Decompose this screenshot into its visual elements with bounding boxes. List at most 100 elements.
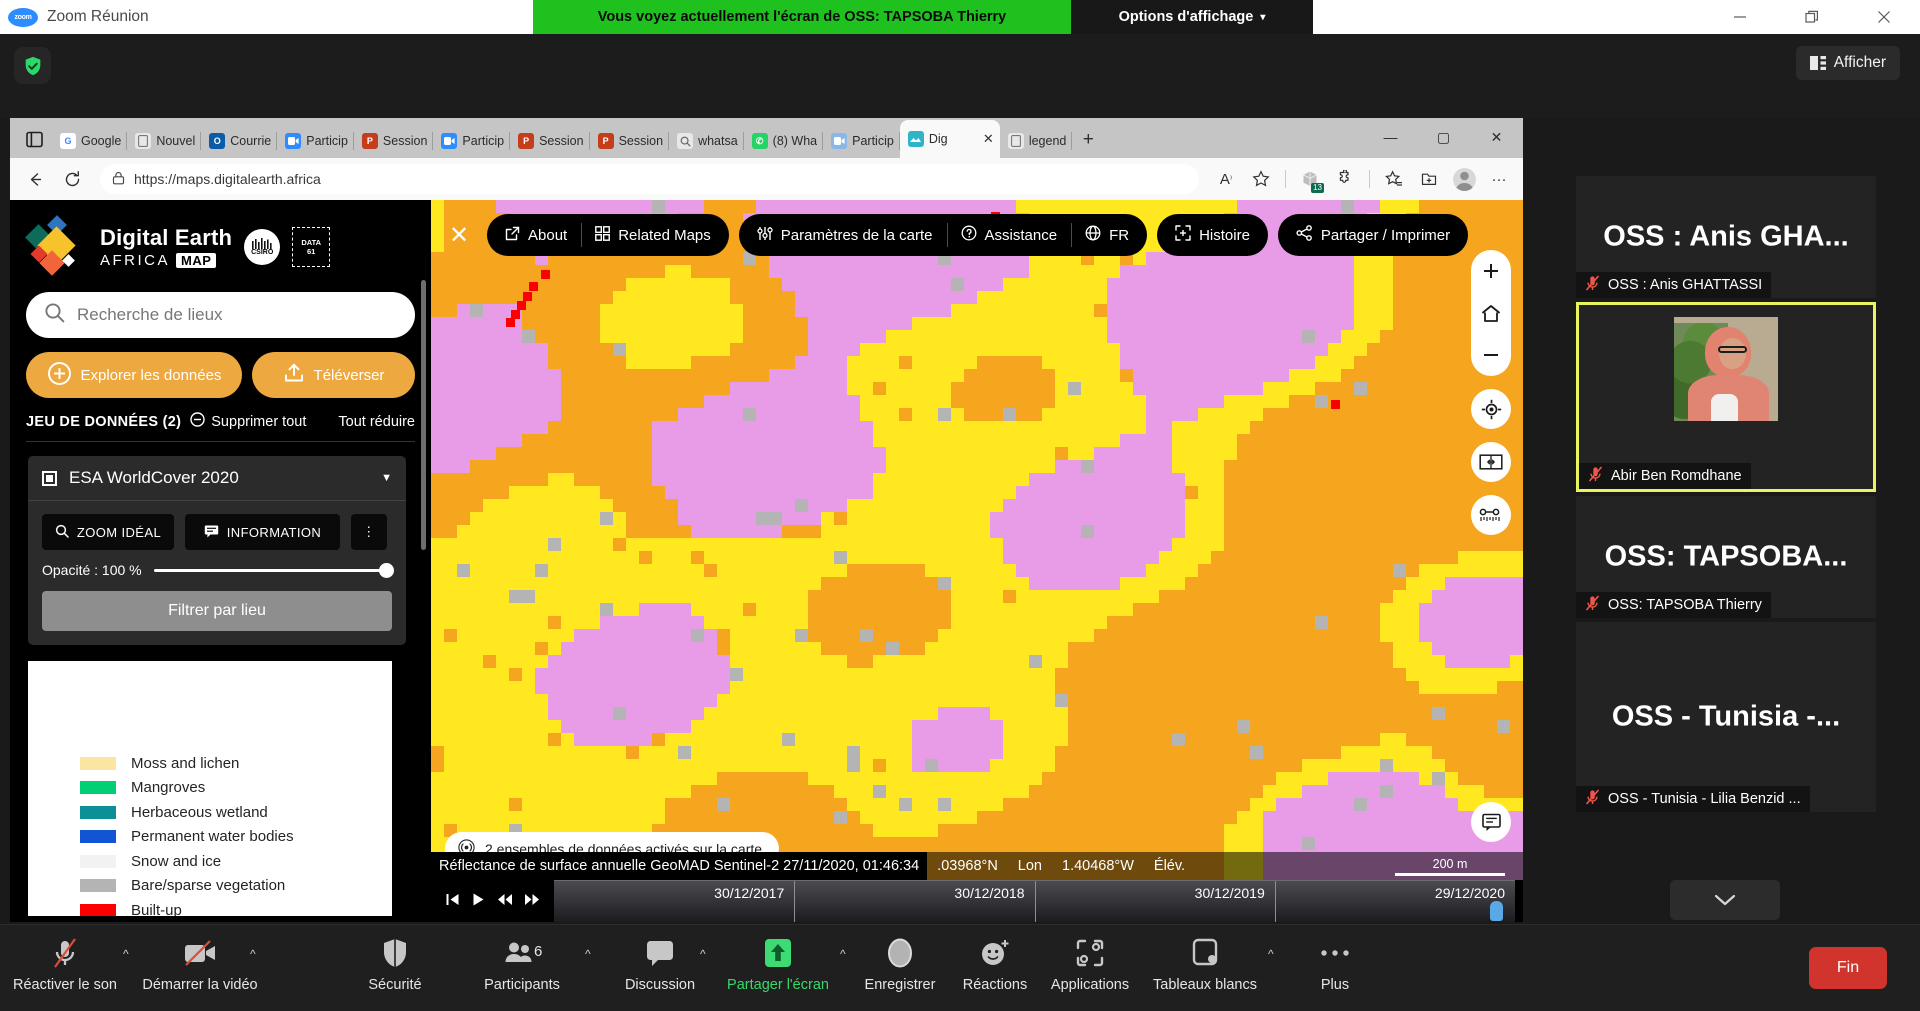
map-settings-button[interactable]: Paramètres de la carte [743,214,947,256]
home-icon[interactable] [1471,292,1511,334]
zoom-toolbar-apps[interactable]: Applications [1030,933,1150,993]
participant-tile[interactable]: Abir Ben Romdhane [1576,302,1876,492]
feedback-chat-icon[interactable] [1471,802,1511,842]
participant-tile[interactable]: OSS : Anis GHA... OSS : Anis GHATTASSI [1576,176,1876,298]
step-back-icon[interactable] [497,892,513,911]
zoom-to-extent-button[interactable]: ZOOM IDÉAL [42,514,174,550]
settings-more-icon[interactable]: ··· [1483,164,1515,194]
search-input[interactable]: Recherche de lieux [26,292,415,338]
chevron-down-icon[interactable]: ▼ [381,472,392,484]
locate-me-icon[interactable] [1471,389,1511,429]
browser-minimize-icon[interactable]: — [1364,118,1417,156]
read-aloud-icon[interactable]: A ⁾ [1210,164,1242,194]
profile-icon[interactable] [1448,164,1480,194]
minimize-icon[interactable] [1704,0,1776,34]
close-panel-icon[interactable]: ✕ [441,217,477,253]
zoom-out-icon[interactable] [1471,334,1511,376]
related-maps-button[interactable]: Related Maps [581,214,725,256]
encryption-shield-icon[interactable] [14,47,51,84]
story-button[interactable]: Histoire [1161,214,1264,256]
zoom-toolbar-more-dots[interactable]: Plus [1275,933,1395,993]
share-print-button[interactable]: Partager / Imprimer [1282,214,1464,256]
back-arrow-icon[interactable] [18,164,52,194]
add-favorite-icon[interactable] [1245,164,1277,194]
chevron-up-icon[interactable]: ^ [585,947,591,961]
view-layout-button[interactable]: Afficher [1795,46,1900,80]
zoom-toolbar-label: Tableaux blancs [1153,977,1257,993]
browser-tab[interactable]: O Courrie [201,125,278,157]
chevron-up-icon[interactable]: ^ [250,947,256,961]
browser-maximize-icon[interactable]: ▢ [1417,118,1470,156]
chevron-up-icon[interactable]: ^ [700,947,706,961]
end-meeting-button[interactable]: Fin [1809,947,1887,989]
browser-tab[interactable]: P Session [354,125,434,157]
help-button[interactable]: Assistance [946,214,1072,256]
zoom-toolbar-chat-bubble[interactable]: Discussion [600,933,720,993]
tab-actions-icon[interactable] [16,120,52,158]
browser-tab[interactable]: Particip [823,125,900,157]
zoom-toolbar-participants[interactable]: 6 Participants [462,933,582,993]
zoom-toolbar-video-off[interactable]: Démarrer la vidéo [140,933,260,993]
browser-close-icon[interactable]: ✕ [1470,118,1523,156]
about-button[interactable]: About [491,214,581,256]
left-panel-scrollbar[interactable] [421,280,426,550]
browser-tab[interactable]: ✆ (8) Wha [744,125,824,157]
display-options-button[interactable]: Options d'affichage ▾ [1071,0,1313,34]
favorites-list-icon[interactable] [1378,164,1410,194]
upload-button[interactable]: Téléverser [251,352,415,398]
browser-tab[interactable]: Particip [433,125,510,157]
share-print-pill[interactable]: Partager / Imprimer [1277,214,1469,256]
browser-tab[interactable]: Particip [277,125,354,157]
zoom-toolbar-shield[interactable]: Sécurité [335,933,455,993]
chevron-up-icon[interactable]: ^ [123,947,129,961]
zoom-toolbar-whiteboard[interactable]: Tableaux blancs [1145,933,1265,993]
tab-close-icon[interactable]: ✕ [983,131,994,147]
extensions-icon[interactable] [1329,164,1361,194]
browser-tab[interactable]: whatsa [669,125,744,157]
information-button[interactable]: INFORMATION [185,514,340,550]
remove-all-button[interactable]: Supprimer tout [190,412,306,431]
info-panel-icon [204,524,219,541]
chevron-up-icon[interactable]: ^ [1268,947,1274,961]
filter-by-location-button[interactable]: Filtrer par lieu [42,591,392,631]
zoom-in-icon[interactable] [1471,250,1511,292]
participants-scroll-down-button[interactable] [1670,880,1780,920]
dataset-card-header[interactable]: ESA WorldCover 2020 ▼ [28,456,406,501]
zoom-toolbar-share-screen[interactable]: Partager l'écran [718,933,838,993]
participant-tile[interactable]: OSS - Tunisia -... OSS - Tunisia - Lilia … [1576,622,1876,812]
zoom-toolbar-mic-muted[interactable]: Réactiver le son [5,933,125,993]
browser-tab[interactable]: P Session [510,125,591,157]
opacity-slider-handle[interactable] [379,562,394,578]
map-canvas[interactable]: ✕ About Related Maps Paramètres de la ca… [431,200,1523,922]
dataset-more-options-button[interactable]: ⋮ [351,514,387,550]
story-pill[interactable]: Histoire [1157,214,1268,256]
collapse-all-button[interactable]: Tout réduire [338,414,415,430]
reload-icon[interactable] [55,164,89,194]
url-input[interactable]: https://maps.digitalearth.africa [100,164,1199,194]
dataset-visibility-checkbox[interactable] [42,470,57,486]
timeline-track[interactable]: 30/12/2017 30/12/2018 30/12/2019 29/12/2020 [554,880,1515,922]
browser-tab[interactable]: Dig ✕ [899,120,1000,158]
browser-tab[interactable]: legend [1000,125,1073,157]
browser-tab[interactable]: G Google [52,125,128,157]
add-to-collection-icon[interactable] [1413,164,1445,194]
timeline-current-marker[interactable] [1490,901,1503,921]
participant-tile[interactable]: OSS: TAPSOBA... OSS: TAPSOBA Thierry [1576,496,1876,618]
language-button[interactable]: FR [1071,214,1143,256]
measure-icon[interactable] [1471,495,1511,535]
share-icon [1296,225,1313,245]
browser-tab[interactable]: Nouvel [127,125,202,157]
kebab-menu-icon: ⋮ [362,524,376,539]
compare-split-icon[interactable] [1471,442,1511,482]
apps-icon [1075,933,1105,973]
browser-tab[interactable]: P Session [590,125,670,157]
opacity-slider[interactable] [153,562,394,578]
new-tab-button[interactable]: + [1072,124,1104,156]
skip-start-icon[interactable] [445,892,460,911]
restore-icon[interactable] [1776,0,1848,34]
close-icon[interactable] [1848,0,1920,34]
step-forward-icon[interactable] [524,892,540,911]
collections-cube-icon[interactable]: 13 [1294,164,1326,194]
explore-data-button[interactable]: Explorer les données [26,352,242,398]
play-icon[interactable] [471,892,486,911]
